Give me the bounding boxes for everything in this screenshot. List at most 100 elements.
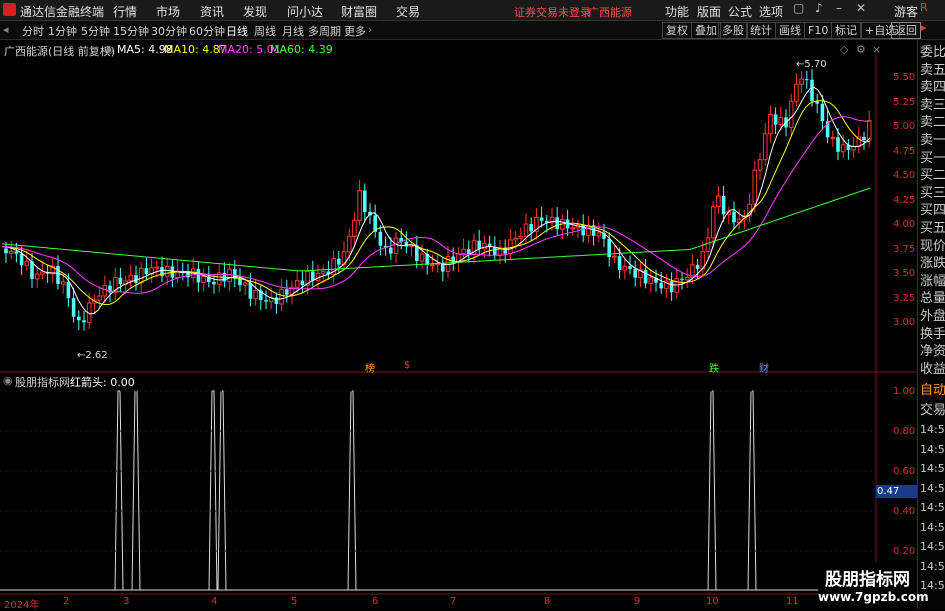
quote-field-label: 涨跌 (920, 256, 945, 272)
period-daily[interactable]: 日线 (226, 23, 248, 39)
candle-body (648, 277, 654, 284)
trade-time: 14:56 (920, 520, 945, 534)
price-tick: 5.25 (893, 97, 916, 108)
menu-gongshi[interactable]: 公式 (728, 3, 752, 20)
trade-time: 14:56 (920, 559, 945, 573)
r-icon[interactable]: R (920, 1, 928, 14)
watermark: 股朋指标网 www.7gpzb.com (818, 562, 929, 608)
period-1min[interactable]: 1分钟 (48, 23, 77, 39)
f10-button[interactable]: F10 (804, 22, 833, 39)
indicator-spike (347, 390, 357, 591)
indicator-settings-icon[interactable]: ◉ (3, 374, 13, 387)
date-tick: 7 (450, 596, 457, 607)
user-label[interactable]: 游客 (894, 3, 918, 20)
quote-field-label: 买四 (920, 203, 945, 219)
candle-body (128, 274, 134, 282)
period-more[interactable]: 更多 (344, 23, 366, 39)
price-tick: 4.00 (893, 219, 916, 230)
price-tick: 3.00 (893, 317, 916, 328)
mark-button[interactable]: 标记 (831, 22, 861, 39)
candle-body (4, 248, 8, 254)
triangle-icon[interactable]: ▸ (921, 21, 927, 34)
trade-time: 14:56 (920, 423, 945, 436)
candle-body (830, 136, 836, 139)
period-weekly[interactable]: 周线 (254, 23, 276, 39)
ma60-line (1, 187, 871, 272)
candle-body (762, 133, 768, 161)
event-marker[interactable]: 跌 (709, 360, 719, 375)
candle-body (19, 253, 24, 266)
login-notice[interactable]: 证券交易未登录 (514, 4, 591, 20)
auto-trade-label[interactable]: 交易 (920, 403, 945, 419)
trade-time: 14:56 (920, 442, 945, 456)
candle-body (352, 219, 357, 237)
trade-time: 14:56 (920, 501, 945, 514)
menu-shichang[interactable]: 市场 (156, 3, 180, 20)
indicator-tick: 0.20 (893, 546, 916, 557)
event-marker[interactable]: $ (404, 360, 410, 371)
period-5min[interactable]: 5分钟 (81, 23, 110, 39)
event-marker[interactable]: 榜 (365, 360, 375, 375)
price-tick: 3.50 (893, 268, 916, 279)
menu-zixun[interactable]: 资讯 (200, 3, 224, 20)
menu-banmian[interactable]: 版面 (697, 3, 721, 20)
expand-icon[interactable]: ◂ (3, 23, 9, 36)
auto-trade-label[interactable]: 自动 (920, 383, 945, 399)
bell-icon[interactable]: ♪ (815, 1, 823, 15)
period-monthly[interactable]: 月线 (282, 23, 304, 39)
candle-body (8, 250, 14, 254)
menu-faxian[interactable]: 发现 (243, 3, 267, 20)
candle-body (404, 241, 409, 247)
quote-field-label: 涨幅 (920, 273, 945, 289)
candle-body (97, 295, 102, 301)
candle-body (337, 258, 341, 265)
menu-jiaoyi[interactable]: 交易 (396, 3, 420, 20)
quote-field-label: 收益 (920, 361, 945, 377)
candle-body (294, 280, 300, 288)
period-multi[interactable]: 多周期 (308, 23, 341, 39)
candle-body (586, 224, 591, 236)
period-60min[interactable]: 60分钟 (189, 23, 225, 39)
menu-hangqing[interactable]: 行情 (113, 3, 137, 20)
minimize-icon[interactable]: – (836, 1, 842, 15)
indicator-spikes (0, 390, 876, 591)
candle-body (134, 275, 138, 283)
draw-line-button[interactable]: 画线 (775, 22, 805, 39)
candle-body (633, 268, 637, 278)
price-tick: 3.25 (893, 293, 916, 304)
chevron-right-icon[interactable]: › (368, 23, 372, 36)
menu-wenxiaoda[interactable]: 问小达 (287, 3, 323, 20)
candle-body (710, 205, 716, 239)
back-button[interactable]: 返回 (891, 22, 921, 39)
quote-field-label: 买三 (920, 185, 945, 201)
period-30min[interactable]: 30分钟 (151, 23, 187, 39)
menu-xuanxiang[interactable]: 选项 (759, 3, 783, 20)
candle-body (862, 136, 866, 141)
indicator-tick: 0.40 (893, 506, 916, 517)
adjust-button[interactable]: 复权 (662, 22, 692, 39)
candle-body (669, 280, 674, 293)
price-tick: 3.75 (893, 244, 916, 255)
period-15min[interactable]: 15分钟 (113, 23, 149, 39)
candle-body (212, 281, 216, 285)
candle-body (508, 239, 513, 255)
candle-body (851, 146, 856, 151)
candle-body (628, 266, 632, 269)
menu-gongneng[interactable]: 功能 (665, 3, 689, 20)
menu-caifuquan[interactable]: 财富圈 (341, 3, 377, 20)
multi-stock-button[interactable]: 多股 (718, 22, 748, 39)
candle-body (389, 247, 393, 254)
kline-chart[interactable] (0, 40, 917, 609)
candle-body (773, 114, 778, 125)
quote-field-label: 现价 (920, 238, 945, 254)
overlay-button[interactable]: 叠加 (691, 22, 721, 39)
price-tick: 4.50 (893, 170, 916, 181)
close-icon[interactable]: ✕ (856, 1, 866, 15)
event-marker[interactable]: 财 (759, 360, 769, 375)
period-fenshi[interactable]: 分时 (22, 23, 44, 39)
candle-body (518, 235, 524, 239)
candle-body (866, 119, 872, 141)
candle-body (196, 268, 201, 283)
chat-icon[interactable]: ▢ (793, 1, 804, 15)
stats-button[interactable]: 统计 (746, 22, 776, 39)
